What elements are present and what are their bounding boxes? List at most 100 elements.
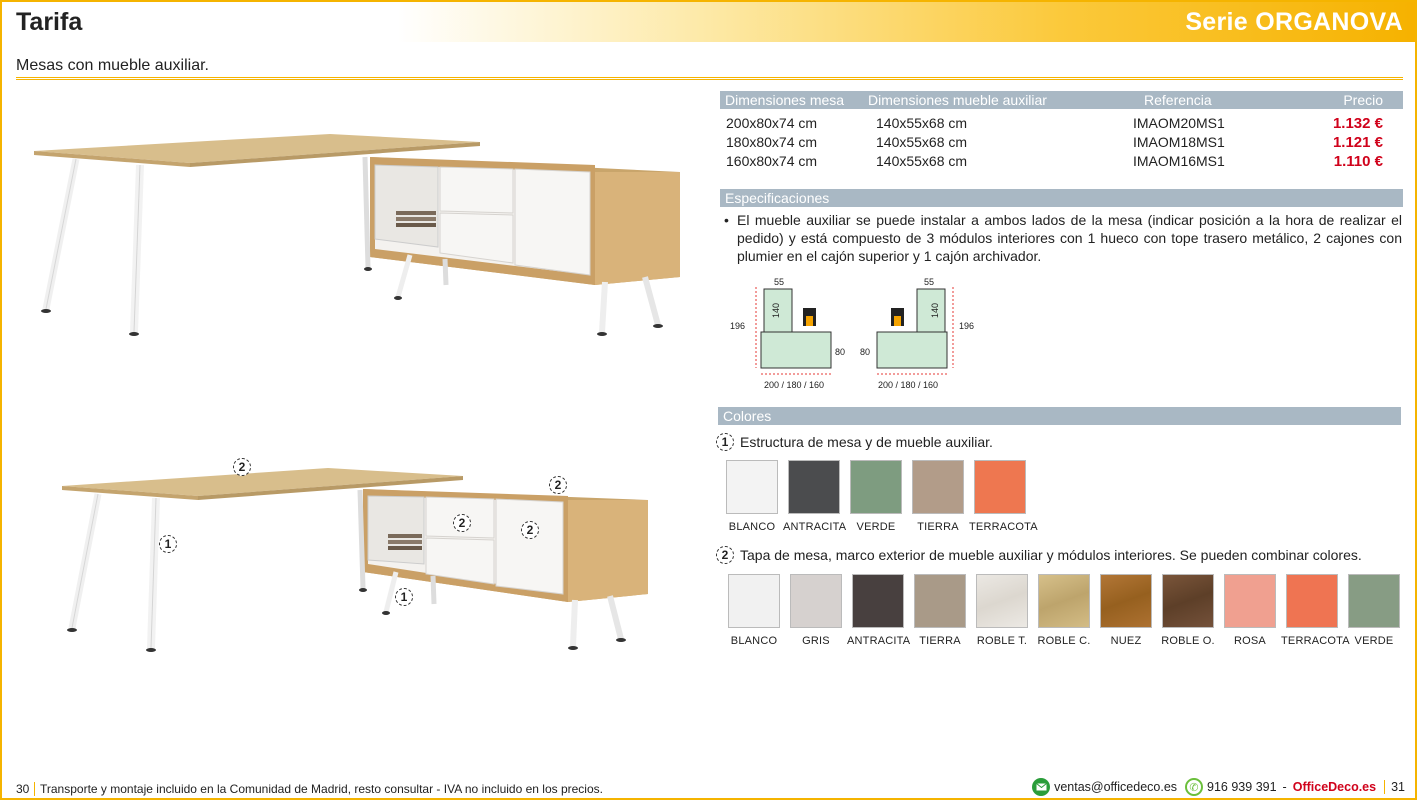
header-dimensiones-mesa: Dimensiones mesa (725, 92, 845, 108)
page-title: Tarifa (16, 8, 83, 36)
layout-diagram-right: 55 140 196 80 200 / 180 / 160 (860, 277, 974, 390)
swatch-color (1286, 574, 1338, 628)
group-2-text: Tapa de mesa, marco exterior de mueble a… (740, 547, 1362, 563)
swatch-roble-o[interactable]: ROBLE O. (1157, 574, 1219, 647)
swatch-color (1038, 574, 1090, 628)
table-row: 160x80x74 cm 140x55x68 cm IMAOM16MS1 1.1… (720, 152, 1403, 171)
cell-price: 1.132 € (1332, 115, 1383, 132)
swatch-tierra[interactable]: TIERRA (909, 574, 971, 647)
swatch-terracota[interactable]: TERRACOTA (969, 460, 1038, 533)
table-row: 180x80x74 cm 140x55x68 cm IMAOM18MS1 1.1… (720, 133, 1403, 152)
swatch-color (850, 460, 902, 514)
phone-number[interactable]: 916 939 391 (1207, 780, 1277, 794)
swatch-nuez[interactable]: NUEZ (1095, 574, 1157, 647)
page-number-left: 30 (16, 782, 36, 796)
dim-55: 55 (774, 277, 784, 287)
swatch-color (1348, 574, 1400, 628)
header-precio: Precio (1343, 92, 1383, 108)
dim-80: 80 (860, 347, 870, 357)
color-group-2-label: 2 Tapa de mesa, marco exterior de mueble… (716, 546, 1362, 564)
swatch-color (912, 460, 964, 514)
page-number-right: 31 (1384, 780, 1405, 794)
phone-icon: ✆ (1185, 778, 1204, 796)
layout-diagram-left: 55 140 196 80 200 / 180 / 160 (730, 277, 845, 390)
group-1-number: 1 (716, 433, 734, 451)
swatch-roble-t[interactable]: ROBLE T. (971, 574, 1033, 647)
group-1-text: Estructura de mesa y de mueble auxiliar. (740, 434, 993, 450)
bullet-mark: • (724, 212, 729, 228)
brand-name[interactable]: OfficeDeco.es (1293, 780, 1376, 794)
swatch-color (788, 460, 840, 514)
dim-width: 200 / 180 / 160 (878, 380, 938, 390)
email-link[interactable]: ventas@officedeco.es (1054, 780, 1177, 794)
cell-ref: IMAOM16MS1 (1133, 153, 1225, 169)
marker-1-leg: 1 (159, 535, 177, 553)
header-referencia: Referencia (1144, 92, 1212, 108)
marker-2-cabinet-top: 2 (549, 476, 567, 494)
cell-mesa: 200x80x74 cm (726, 115, 818, 131)
swatch-color (914, 574, 966, 628)
color-group-2-swatches: BLANCO GRIS ANTRACITA TIERRA ROBLE T. RO… (723, 574, 1405, 647)
dim-140: 140 (771, 303, 781, 318)
price-table-header: Dimensiones mesa Dimensiones mueble auxi… (720, 91, 1403, 109)
dim-196: 196 (730, 321, 745, 331)
dim-width: 200 / 180 / 160 (764, 380, 824, 390)
dim-80: 80 (835, 347, 845, 357)
swatch-color (790, 574, 842, 628)
cell-ref: IMAOM20MS1 (1133, 115, 1225, 131)
marker-2-door: 2 (521, 521, 539, 539)
cell-mueble: 140x55x68 cm (876, 134, 968, 150)
dim-196: 196 (959, 321, 974, 331)
cell-price: 1.110 € (1333, 153, 1383, 170)
dim-55: 55 (924, 277, 934, 287)
table-row: 200x80x74 cm 140x55x68 cm IMAOM20MS1 1.1… (720, 114, 1403, 133)
swatch-color (1224, 574, 1276, 628)
swatch-color (1100, 574, 1152, 628)
swatch-terracota[interactable]: TERRACOTA (1281, 574, 1350, 647)
swatch-color (852, 574, 904, 628)
swatch-antracita[interactable]: ANTRACITA (847, 574, 910, 647)
swatch-color (726, 460, 778, 514)
marker-2-drawer: 2 (453, 514, 471, 532)
specs-text: • El mueble auxiliar se puede instalar a… (724, 211, 1402, 265)
marker-2-desktop: 2 (233, 458, 251, 476)
cell-ref: IMAOM18MS1 (1133, 134, 1225, 150)
cell-price: 1.121 € (1332, 134, 1383, 151)
swatch-color (728, 574, 780, 628)
desk-illustration-bottom (62, 468, 648, 652)
footer-separator: - (1282, 780, 1287, 794)
specs-paragraph: El mueble auxiliar se puede instalar a a… (737, 212, 1402, 264)
cell-mesa: 180x80x74 cm (726, 134, 818, 150)
marker-1-cabinet-leg: 1 (395, 588, 413, 606)
swatch-blanco[interactable]: BLANCO (723, 574, 785, 647)
swatch-tierra[interactable]: TIERRA (907, 460, 969, 533)
swatch-roble-c[interactable]: ROBLE C. (1033, 574, 1095, 647)
swatch-color (976, 574, 1028, 628)
header-bar: Tarifa Serie ORGANOVA (2, 2, 1415, 42)
subtitle-divider (16, 77, 1403, 80)
swatch-verde[interactable]: VERDE (1343, 574, 1405, 647)
swatch-color (1162, 574, 1214, 628)
cell-mueble: 140x55x68 cm (876, 153, 968, 169)
catalog-page: Tarifa Serie ORGANOVA Mesas con mueble a… (0, 0, 1417, 800)
email-icon (1032, 778, 1051, 796)
desk-illustration-top (34, 134, 680, 336)
cell-mueble: 140x55x68 cm (876, 115, 968, 131)
series-title: Serie ORGANOVA (1185, 8, 1403, 36)
group-2-number: 2 (716, 546, 734, 564)
footer-note: Transporte y montaje incluido en la Comu… (40, 782, 603, 796)
swatch-blanco[interactable]: BLANCO (721, 460, 783, 533)
swatch-gris[interactable]: GRIS (785, 574, 847, 647)
dim-140: 140 (930, 303, 940, 318)
specs-header: Especificaciones (720, 189, 1403, 207)
swatch-antracita[interactable]: ANTRACITA (783, 460, 846, 533)
swatch-rosa[interactable]: ROSA (1219, 574, 1281, 647)
cell-mesa: 160x80x74 cm (726, 153, 818, 169)
swatch-verde[interactable]: VERDE (845, 460, 907, 533)
price-table: Dimensiones mesa Dimensiones mueble auxi… (720, 91, 1403, 171)
color-group-1-swatches: BLANCO ANTRACITA VERDE TIERRA TERRACOTA (721, 460, 1038, 533)
color-group-1-label: 1 Estructura de mesa y de mueble auxilia… (716, 433, 993, 451)
footer-contact: ventas@officedeco.es ✆ 916 939 391 - Off… (1032, 778, 1405, 796)
swatch-color (974, 460, 1026, 514)
header-dimensiones-mueble: Dimensiones mueble auxiliar (868, 92, 1047, 108)
